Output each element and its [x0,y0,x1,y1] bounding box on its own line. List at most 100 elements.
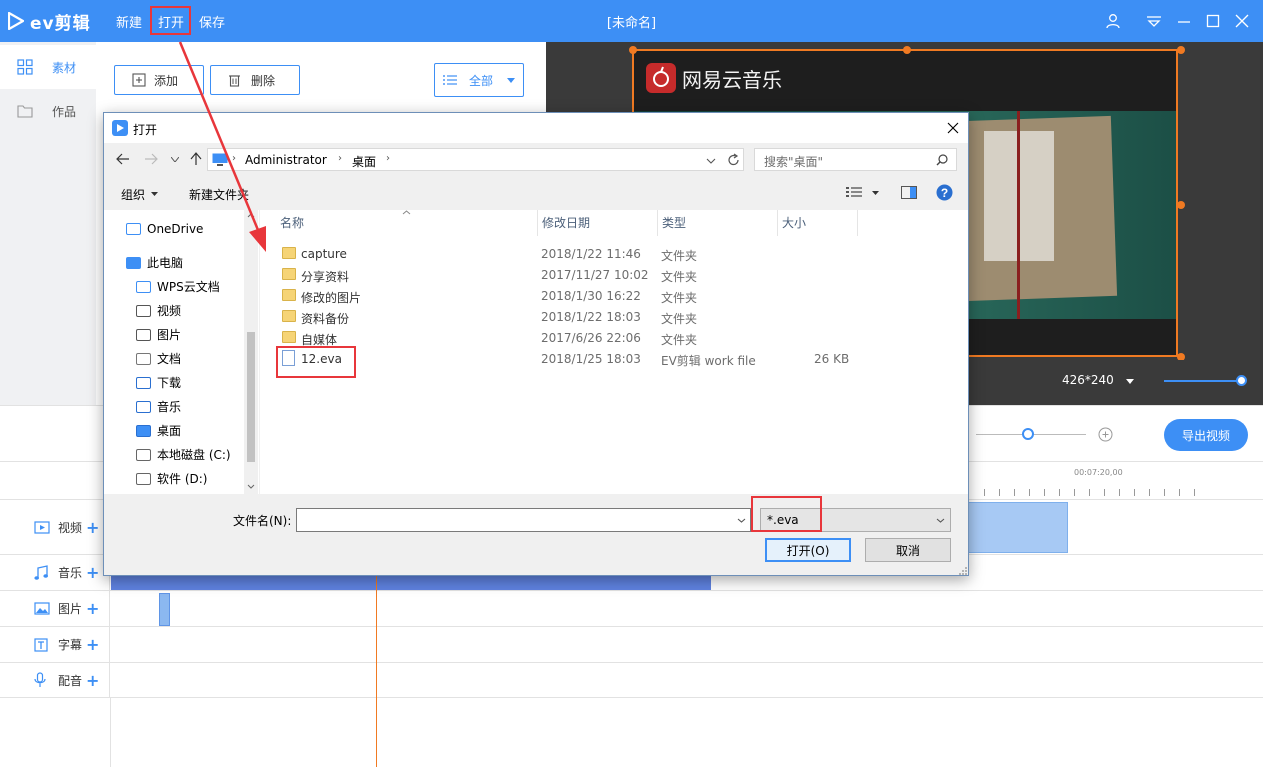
sidebar-item-material[interactable]: 素材 [0,45,96,89]
add-music-button[interactable]: + [86,563,99,582]
folder-icon [282,268,296,280]
watermark: 网易云音乐 [646,63,782,93]
ruler-tick [1164,489,1165,496]
resize-handle[interactable] [629,46,637,54]
track-label-text: 视频 [58,520,83,535]
playhead[interactable] [376,575,377,767]
organize-menu[interactable]: 组织 [121,186,145,203]
nav-item[interactable]: 图片 [136,326,181,343]
nav-item[interactable]: 桌面 [136,422,181,439]
column-header-name[interactable]: 名称 [276,210,538,236]
file-row[interactable]: capture 2018/1/22 11:46 文件夹 [260,243,960,264]
resize-grip-icon[interactable] [957,565,967,575]
file-row[interactable]: 12.eva 2018/1/25 18:03 EV剪辑 work file 26 KB [260,348,960,369]
nav-item[interactable]: 下载 [136,374,181,391]
export-video-button[interactable]: 导出视频 [1164,419,1248,451]
file-row[interactable]: 分享资料 2017/11/27 10:02 文件夹 [260,264,960,285]
nav-scrollbar[interactable] [244,210,258,494]
delete-button[interactable]: 删除 [210,65,300,95]
cloud-icon [126,223,141,235]
column-header-type[interactable]: 类型 [658,210,778,236]
up-arrow-icon[interactable] [190,152,202,166]
chevron-down-icon[interactable] [1126,379,1134,384]
zoom-in-icon[interactable] [1098,427,1113,442]
dialog-close-icon[interactable] [947,122,959,134]
volume-slider[interactable] [1164,380,1242,382]
forward-arrow-icon[interactable] [144,153,158,165]
close-icon[interactable] [1231,10,1253,32]
resize-handle[interactable] [1177,46,1185,54]
file-modified: 2018/1/25 18:03 [541,352,641,366]
new-folder-button[interactable]: 新建文件夹 [189,186,249,203]
nav-item[interactable]: 本地磁盘 (C:) [136,446,231,463]
folder-icon [282,247,296,259]
column-header-size[interactable]: 大小 [778,210,858,236]
nav-item[interactable]: 软件 (D:) [136,470,207,487]
file-list: 名称 修改日期 类型 大小 capture 2018/1/22 11:46 文件夹分… [260,210,968,494]
back-arrow-icon[interactable] [116,153,130,165]
nav-item[interactable]: WPS云文档 [136,278,220,295]
column-header-modified[interactable]: 修改日期 [538,210,658,236]
view-options-icon[interactable] [846,186,862,198]
cancel-button[interactable]: 取消 [865,538,951,562]
add-button-label: 添加 [154,73,179,88]
sidebar-item-works[interactable]: 作品 [0,89,96,133]
add-video-button[interactable]: + [86,518,99,537]
chevron-down-icon[interactable] [872,191,879,195]
address-bar[interactable]: › Administrator › 桌面 › [207,148,744,171]
delete-button-label: 删除 [251,73,276,88]
nav-item[interactable]: 视频 [136,302,181,319]
nav-scrollbar-thumb[interactable] [247,332,255,462]
search-input[interactable]: 搜索"桌面" [754,148,957,171]
ruler-tick [984,489,985,496]
nav-item[interactable]: 此电脑 [126,254,183,271]
logo-text: ev剪辑 [30,13,91,34]
image-clip[interactable] [159,593,170,626]
microphone-icon [34,672,46,687]
filename-history-chevron-icon[interactable] [737,518,746,523]
resize-handle[interactable] [1177,201,1185,209]
minimize-icon[interactable] [1173,10,1195,32]
volume-slider-thumb[interactable] [1236,375,1247,386]
ruler-tick [1044,489,1045,496]
preview-pane-icon[interactable] [901,186,917,199]
track-image: 图片 + [0,590,1263,626]
recent-locations-chevron-icon[interactable] [171,157,179,162]
add-subtitle-button[interactable]: + [86,635,99,654]
menu-new[interactable]: 新建 [116,12,142,31]
open-button[interactable]: 打开(O) [765,538,851,562]
menu-save[interactable]: 保存 [199,12,225,31]
logo-play-icon [8,12,24,30]
ruler-tick [1074,489,1075,496]
address-history-chevron-icon[interactable] [706,158,716,164]
filter-select[interactable]: 全部 [434,63,524,97]
breadcrumb-administrator[interactable]: Administrator [245,153,327,167]
scroll-down-icon[interactable] [247,484,255,489]
nav-item-label: 桌面 [157,424,182,438]
add-button[interactable]: 添加 [114,65,204,95]
scroll-up-icon[interactable] [247,213,255,218]
file-row[interactable]: 修改的图片 2018/1/30 16:22 文件夹 [260,285,960,306]
maximize-icon[interactable] [1202,10,1224,32]
file-row[interactable]: 自媒体 2017/6/26 22:06 文件夹 [260,327,960,348]
file-row[interactable]: 资料备份 2018/1/22 18:03 文件夹 [260,306,960,327]
breadcrumb-desktop[interactable]: 桌面 [352,153,376,170]
nav-item[interactable]: 文档 [136,350,181,367]
add-voiceover-button[interactable]: + [86,671,99,690]
nav-item[interactable]: OneDrive [126,222,203,236]
chevron-down-icon [151,192,158,196]
dropdown-menu-icon[interactable] [1143,10,1165,32]
refresh-icon[interactable] [727,153,740,167]
filename-input[interactable] [296,508,751,532]
video-clip[interactable] [966,502,1068,553]
add-image-button[interactable]: + [86,599,99,618]
resize-handle[interactable] [903,46,911,54]
resolution-select[interactable]: 426*240 [1062,373,1114,387]
music-note-icon [136,400,151,413]
zoom-slider-thumb[interactable] [1022,428,1034,440]
help-icon[interactable]: ? [936,184,953,201]
user-icon[interactable] [1102,10,1124,32]
nav-item[interactable]: 音乐 [136,398,181,415]
ruler-tick [1089,489,1090,496]
track-subtitle: 字幕 + [0,626,1263,662]
